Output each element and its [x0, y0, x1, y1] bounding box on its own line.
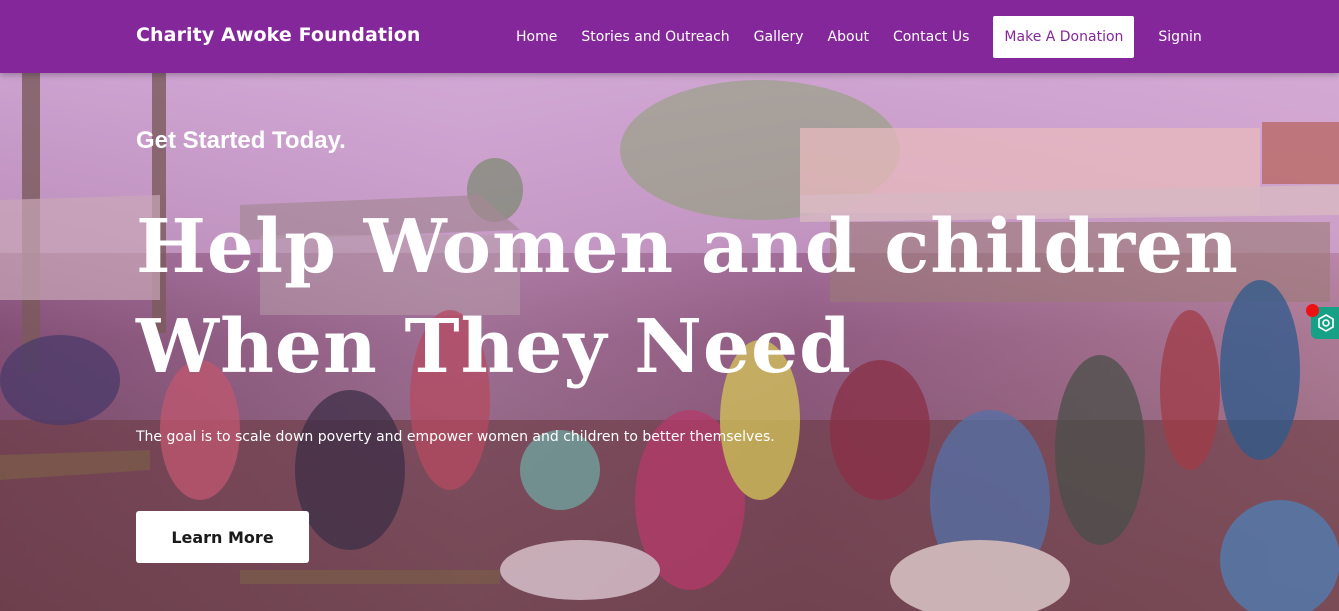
- brand-title[interactable]: Charity Awoke Foundation: [136, 24, 421, 46]
- signin-link[interactable]: Signin: [1158, 29, 1201, 45]
- nav-link-about[interactable]: About: [828, 29, 869, 45]
- hero-headline: Help Women and children When They Need: [136, 204, 1239, 390]
- nav-links: Home Stories and Outreach Gallery About …: [516, 0, 1202, 73]
- nav-link-contact-us[interactable]: Contact Us: [893, 29, 969, 45]
- nav-link-gallery[interactable]: Gallery: [754, 29, 804, 45]
- notification-dot: [1306, 304, 1319, 317]
- hero-eyebrow: Get Started Today.: [136, 127, 346, 154]
- page: Charity Awoke Foundation Home Stories an…: [0, 0, 1339, 611]
- nav-link-home[interactable]: Home: [516, 29, 557, 45]
- learn-more-button[interactable]: Learn More: [136, 511, 309, 563]
- nav-link-stories-and-outreach[interactable]: Stories and Outreach: [581, 29, 729, 45]
- top-navbar: Charity Awoke Foundation Home Stories an…: [0, 0, 1339, 73]
- make-donation-button[interactable]: Make A Donation: [993, 15, 1135, 58]
- hexagon-gear-icon: [1318, 314, 1334, 332]
- hero-tagline: The goal is to scale down poverty and em…: [136, 429, 775, 445]
